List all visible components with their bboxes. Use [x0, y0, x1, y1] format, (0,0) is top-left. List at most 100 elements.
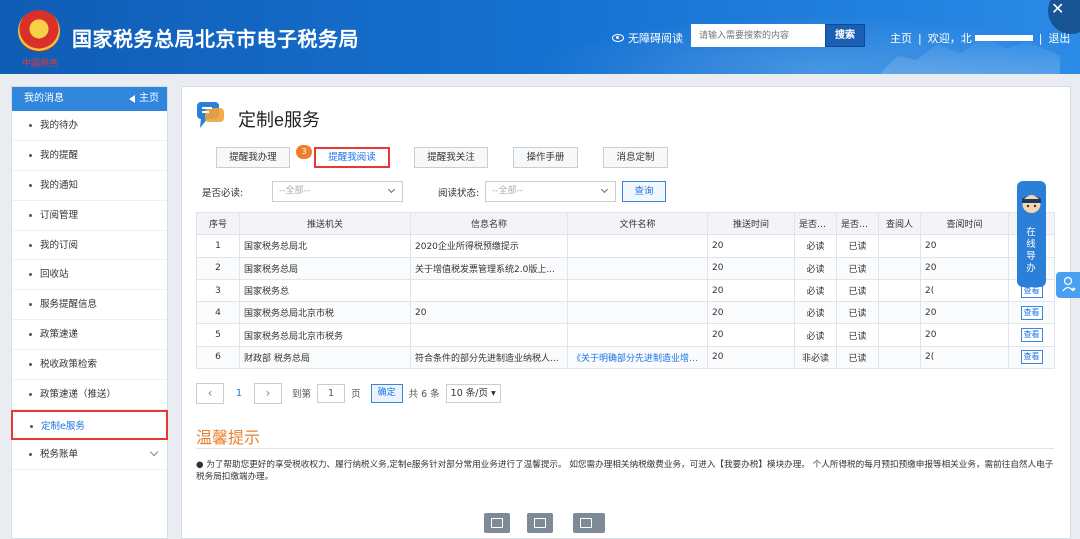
search-input[interactable] [691, 24, 825, 47]
goto-page-input[interactable]: 1 [317, 383, 346, 403]
accessible-reading-link[interactable]: 无障碍阅读 [612, 30, 683, 46]
sidebar-item-label: 税务账单 [40, 448, 79, 460]
file-name-cell[interactable] [567, 278, 708, 303]
table-row[interactable]: 5 国家税务总局北京市税务 20 必读 已读 20 查看 [196, 323, 1055, 347]
sidebar-item-custom-e-service[interactable]: 定制e服务 [11, 409, 168, 440]
row-number-cell: 2 [196, 256, 240, 280]
table-row[interactable]: 1 国家税务总局北 2020企业所得税预缴提示 20 必读 已读 20 [196, 234, 1055, 258]
message-table: 序号 推送机关 信息名称 文件名称 推送时间 是否必... 是否已... 查阅人… [196, 211, 1055, 370]
fullscreen-icon[interactable] [527, 513, 553, 533]
col-header: 信息名称 [410, 211, 568, 236]
assistant-avatar-icon [1022, 195, 1041, 213]
goto-confirm-button[interactable]: 确定 [370, 383, 403, 403]
required-filter-value: --全部-- [279, 186, 310, 196]
sidebar-item-subscription-manage[interactable]: 订阅管理 [12, 201, 167, 231]
tab-user-manual[interactable]: 操作手册 [513, 147, 578, 168]
sidebar-item-todo[interactable]: 我的待办 [12, 111, 167, 141]
read-status-select[interactable]: --全部-- [485, 181, 616, 202]
table-row[interactable]: 3 国家税务总 20 必读 已读 2(查看 [196, 278, 1055, 303]
page-number[interactable]: 1 [236, 388, 242, 399]
row-number-cell: 4 [196, 301, 240, 325]
unread-count-badge: 3 [296, 145, 312, 159]
read-time-cell: 20 [920, 256, 1009, 280]
required-cell: 必读 [794, 234, 837, 258]
sidebar-item-my-subscriptions[interactable]: 我的订阅 [12, 231, 167, 261]
reader-cell [878, 234, 921, 258]
file-name-cell[interactable] [567, 256, 708, 280]
table-row[interactable]: 4 国家税务总局北京市税 20 20 必读 已读 20 查看 [196, 301, 1055, 325]
row-number-cell: 6 [196, 345, 240, 370]
sidebar-home-label: 主页 [139, 93, 159, 104]
chevron-down-icon [149, 447, 159, 457]
tab-message-customize[interactable]: 消息定制 [603, 147, 668, 168]
sidebar-item-policy-search[interactable]: 税收政策检索 [12, 350, 167, 381]
file-name-cell[interactable] [567, 323, 708, 347]
read-time-cell: 20 [920, 301, 1009, 325]
search-button[interactable]: 搜索 [825, 24, 865, 47]
chevron-down-icon [387, 185, 396, 194]
file-name-cell[interactable] [567, 234, 708, 258]
next-page-button[interactable]: › [254, 382, 283, 404]
page-size-value: 10 条/页 [450, 387, 488, 399]
masked-username [974, 35, 1033, 41]
sidebar-item-notices[interactable]: 我的通知 [12, 171, 167, 201]
read-status-label: 阅读状态: [438, 188, 480, 199]
push-org-cell: 国家税务总 [239, 278, 411, 303]
tab-remind-handle[interactable]: 提醒我办理 [216, 147, 290, 168]
read-time-cell: 20 [920, 234, 1009, 258]
info-name-cell [410, 323, 568, 347]
sidebar-home-link[interactable]: 主页 [129, 87, 159, 111]
fullscreen-exit-icon[interactable] [484, 513, 510, 533]
push-org-cell: 国家税务总局北 [239, 234, 411, 258]
chat-bubble-icon [197, 102, 224, 128]
total-count: 共 6 条 [408, 389, 440, 400]
sidebar-item-policy-push[interactable]: 政策速递（推送） [12, 380, 167, 410]
nav-separator: | [918, 31, 922, 45]
action-cell: 查看 [1008, 301, 1055, 325]
required-filter-select[interactable]: --全部-- [272, 181, 403, 202]
info-name-cell: 关于增值税发票管理系统2.0版上... [410, 256, 568, 280]
view-button[interactable]: 查看 [1020, 305, 1043, 320]
sidebar-item-recycle-bin[interactable]: 回收站 [12, 260, 167, 291]
read-time-cell: 20 [920, 323, 1009, 347]
push-time-cell: 20 [707, 256, 795, 280]
read-cell: 已读 [836, 278, 879, 303]
page-size-select[interactable]: 10 条/页 ▾ [445, 383, 501, 403]
file-name-cell[interactable] [567, 301, 708, 325]
query-button[interactable]: 查询 [622, 181, 666, 202]
chevron-down-icon [600, 185, 609, 194]
table-row[interactable]: 6 财政部 税务总局 符合条件的部分先进制造业纳税人... 《关于明确部分先进制造业增… [196, 345, 1055, 370]
pagination: ‹ 1 › 到第 1 页 确定 共 6 条 10 条/页 ▾ [196, 382, 501, 404]
view-button[interactable]: 查看 [1020, 350, 1043, 365]
required-cell: 必读 [794, 301, 837, 325]
file-name-cell[interactable]: 《关于明确部分先进制造业增值... [567, 345, 708, 370]
reader-cell [878, 345, 921, 370]
tab-remind-follow[interactable]: 提醒我关注 [414, 147, 488, 168]
action-cell: 查看 [1008, 323, 1055, 347]
push-time-cell: 20 [707, 278, 795, 303]
required-cell: 必读 [794, 323, 837, 347]
export-icon[interactable] [573, 513, 605, 533]
table-row[interactable]: 2 国家税务总局 关于增值税发票管理系统2.0版上... 20 必读 已读 20 [196, 256, 1055, 280]
sidebar-item-reminders[interactable]: 我的提醒 [12, 141, 167, 171]
goto-label: 到第 [292, 389, 312, 400]
nav-home-link[interactable]: 主页 [890, 30, 912, 46]
view-button[interactable]: 查看 [1020, 328, 1043, 343]
reader-cell [878, 256, 921, 280]
sidebar-item-tax-bill[interactable]: 税务账单 [12, 440, 167, 470]
close-icon[interactable]: ✕ [1051, 1, 1064, 17]
nav-welcome-text: 欢迎，北 [927, 32, 972, 45]
push-time-cell: 20 [707, 323, 795, 347]
sidebar-item-policy-express[interactable]: 政策速递 [12, 320, 167, 351]
accessible-reading-label: 无障碍阅读 [628, 32, 683, 45]
sidebar-item-service-reminders[interactable]: 服务提醒信息 [12, 290, 167, 321]
read-cell: 已读 [836, 301, 879, 325]
top-nav: 主页 | 欢迎，北 | 退出 [890, 30, 1070, 46]
row-number-cell: 5 [196, 323, 240, 347]
prev-page-button[interactable]: ‹ [196, 382, 224, 404]
sidebar: 我的消息 主页 我的待办 我的提醒 我的通知 订阅管理 我的订阅 回收站 服务提… [11, 86, 168, 539]
action-cell: 查看 [1008, 345, 1055, 370]
push-time-cell: 20 [707, 234, 795, 258]
tab-remind-read[interactable]: 提醒我阅读 [314, 147, 390, 168]
tips-divider [196, 448, 1054, 449]
